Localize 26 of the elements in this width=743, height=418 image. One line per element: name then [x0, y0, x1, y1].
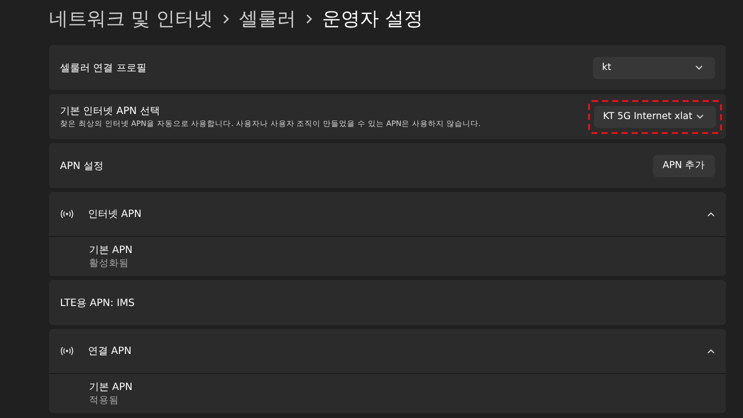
- apn-status: 적용됨: [89, 394, 120, 407]
- apn-status: 활성화됨: [89, 257, 130, 270]
- setting-label: APN 설정: [60, 160, 104, 172]
- antenna-icon: [60, 346, 74, 356]
- dropdown[interactable]: kt: [593, 56, 715, 78]
- expander-header[interactable]: 연결 APN: [49, 329, 726, 373]
- chevron-right-icon: [306, 14, 312, 24]
- chevron-up-icon: [707, 212, 715, 216]
- breadcrumb-item[interactable]: 셀룰러: [239, 6, 296, 32]
- setting-label: 기본 인터넷 APN 선택: [60, 105, 161, 118]
- add-apn-button[interactable]: APN 추가: [652, 154, 715, 176]
- chevron-right-icon: [223, 14, 230, 24]
- chevron-down-icon: [695, 65, 703, 70]
- chevron-up-icon: [707, 348, 715, 354]
- antenna-icon: [60, 209, 74, 219]
- setting-label: LTE용 APN: IMS: [60, 296, 135, 310]
- chevron-down-icon: [696, 114, 704, 119]
- breadcrumb-item[interactable]: 네트워크 및 인터넷: [49, 6, 214, 32]
- breadcrumb-item: 운영자 설정: [322, 7, 424, 32]
- setting-label: 인터넷 APN: [88, 208, 143, 221]
- expander-header[interactable]: 인터넷 APN: [49, 192, 726, 236]
- setting-label: 연결 APN: [88, 345, 133, 358]
- apn-title: 기본 APN: [89, 381, 134, 394]
- setting-label: 셀룰러 연결 프로필: [60, 62, 146, 74]
- dropdown[interactable]: KT 5G Internet xlat: [594, 106, 716, 128]
- apn-title: 기본 APN: [89, 244, 134, 257]
